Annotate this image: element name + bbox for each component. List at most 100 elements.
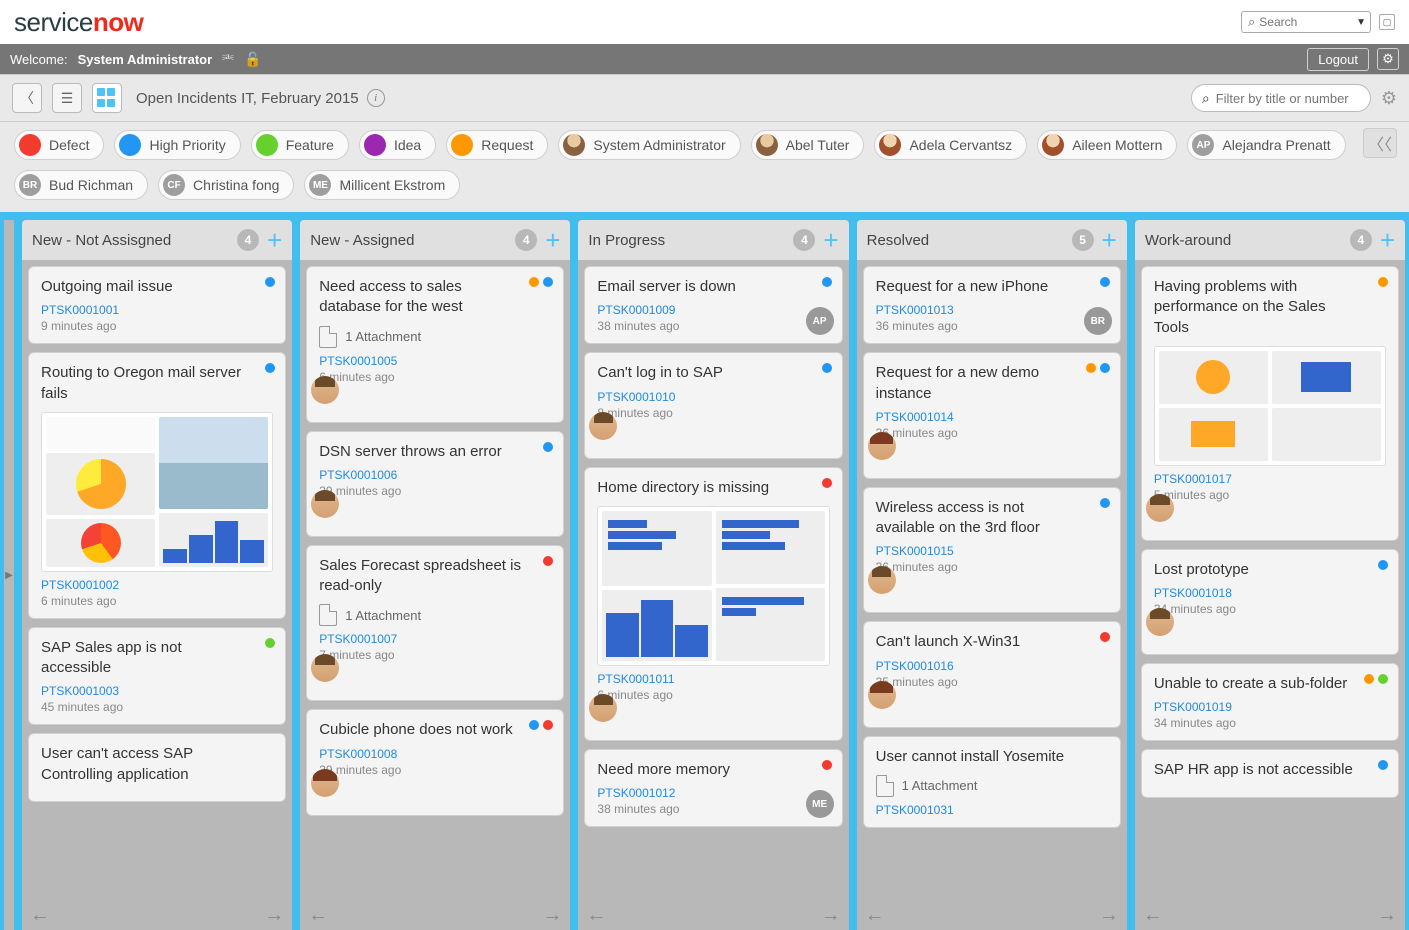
lane-add-button[interactable]: + <box>545 227 560 253</box>
card-title: SAP Sales app is not accessible <box>41 638 273 679</box>
collapse-chips-button[interactable]: 〈〈 <box>1363 128 1397 158</box>
filter-chip-person[interactable]: CFChristina fong <box>158 170 294 200</box>
board-card[interactable]: Home directory is missingPTSK00010116 mi… <box>584 467 842 741</box>
lock-icon[interactable]: 🔓 <box>244 51 261 68</box>
board-edge-left[interactable]: ▶ <box>4 220 14 930</box>
card-tag-dots <box>1378 277 1388 287</box>
card-id[interactable]: PTSK0001008 <box>319 747 551 761</box>
card-id[interactable]: PTSK0001009 <box>597 303 829 317</box>
back-button[interactable]: 〈 <box>12 83 42 113</box>
lane-add-button[interactable]: + <box>823 227 838 253</box>
lane-prev-icon[interactable]: ← <box>586 904 606 927</box>
card-id[interactable]: PTSK0001011 <box>597 672 829 686</box>
board-card[interactable]: Can't log in to SAPPTSK00010108 minutes … <box>584 352 842 458</box>
filter-chip-person[interactable]: Adela Cervantsz <box>874 130 1027 160</box>
card-timestamp: 39 minutes ago <box>319 763 551 777</box>
board-card[interactable]: SAP Sales app is not accessible PTSK00010… <box>28 627 286 726</box>
board-card[interactable]: User can't access SAP Controlling applic… <box>28 733 286 802</box>
board-card[interactable]: Outgoing mail issuePTSK00010019 minutes … <box>28 266 286 344</box>
board-card[interactable]: Routing to Oregon mail server failsPTSK0… <box>28 352 286 619</box>
board-card[interactable]: Sales Forecast spreadsheet is read-only1… <box>306 545 564 702</box>
card-id[interactable]: PTSK0001014 <box>876 410 1108 424</box>
board-view-button[interactable] <box>92 83 122 113</box>
lane-prev-icon[interactable]: ← <box>30 904 50 927</box>
board-card[interactable]: DSN server throws an errorPTSK000100639 … <box>306 431 564 537</box>
lane-next-icon[interactable]: → <box>821 904 841 927</box>
card-title: Can't launch X-Win31 <box>876 632 1108 652</box>
lane-footer: ←→ <box>300 900 570 930</box>
card-timestamp: 6 minutes ago <box>41 594 273 608</box>
lane-next-icon[interactable]: → <box>1377 904 1397 927</box>
card-tag-dots <box>822 363 832 373</box>
search-icon: ⌕ <box>1202 90 1210 107</box>
card-id[interactable]: PTSK0001012 <box>597 786 829 800</box>
user-icon[interactable]: ⎃ <box>222 51 234 68</box>
board-card[interactable]: Need access to sales database for the we… <box>306 266 564 423</box>
filter-chip-person[interactable]: System Administrator <box>558 130 740 160</box>
lane-body: Need access to sales database for the we… <box>300 260 570 900</box>
card-id[interactable]: PTSK0001001 <box>41 303 273 317</box>
card-id[interactable]: PTSK0001016 <box>876 659 1108 673</box>
card-id[interactable]: PTSK0001007 <box>319 632 551 646</box>
card-id[interactable]: PTSK0001006 <box>319 468 551 482</box>
card-id[interactable]: PTSK0001017 <box>1154 472 1386 486</box>
filter-chip-tag[interactable]: Feature <box>251 130 349 160</box>
avatar: CF <box>163 174 185 196</box>
board-card[interactable]: Wireless access is not available on the … <box>863 487 1121 614</box>
board-card[interactable]: User cannot install Yosemite1 Attachment… <box>863 736 1121 828</box>
lane-add-button[interactable]: + <box>267 227 282 253</box>
card-id[interactable]: PTSK0001013 <box>876 303 1108 317</box>
card-id[interactable]: PTSK0001003 <box>41 684 273 698</box>
filter-chip-tag[interactable]: Defect <box>14 130 104 160</box>
board-card[interactable]: Need more memoryPTSK000101238 minutes ag… <box>584 749 842 827</box>
filter-chip-tag[interactable]: Idea <box>359 130 436 160</box>
lane-next-icon[interactable]: → <box>264 904 284 927</box>
board-settings-icon[interactable]: ⚙ <box>1381 88 1397 109</box>
settings-gear-icon[interactable]: ⚙ <box>1377 48 1399 70</box>
card-title: Outgoing mail issue <box>41 277 273 297</box>
board-card[interactable]: SAP HR app is not accessible <box>1141 749 1399 797</box>
board-card[interactable]: Email server is downPTSK000100938 minute… <box>584 266 842 344</box>
lane-footer: ←→ <box>578 900 848 930</box>
lane-add-button[interactable]: + <box>1102 227 1117 253</box>
card-title: Cubicle phone does not work <box>319 720 551 740</box>
global-search-input[interactable] <box>1259 15 1339 29</box>
filter-chip-person[interactable]: MEMillicent Ekstrom <box>304 170 460 200</box>
filter-chip-person[interactable]: APAlejandra Prenatt <box>1187 130 1345 160</box>
board-card[interactable]: Cubicle phone does not work PTSK0001008 39… <box>306 709 564 815</box>
board-card[interactable]: Request for a new demo instancePTSK00010… <box>863 352 1121 479</box>
filter-chip-tag[interactable]: Request <box>446 130 548 160</box>
filter-input-wrap[interactable]: ⌕ <box>1191 84 1371 112</box>
board-card[interactable]: Unable to create a sub-folderPTSK0001019… <box>1141 663 1399 741</box>
board-card[interactable]: Having problems with performance on the … <box>1141 266 1399 541</box>
lane-prev-icon[interactable]: ← <box>1143 904 1163 927</box>
lane-add-button[interactable]: + <box>1380 227 1395 253</box>
list-view-button[interactable]: ☰ <box>52 83 82 113</box>
logout-button[interactable]: Logout <box>1307 48 1369 71</box>
board-card[interactable]: Can't launch X-Win31PTSK000101635 minute… <box>863 621 1121 727</box>
info-icon[interactable]: i <box>367 89 385 107</box>
lane-prev-icon[interactable]: ← <box>308 904 328 927</box>
filter-input[interactable] <box>1216 91 1356 106</box>
card-id[interactable]: PTSK0001031 <box>876 803 1108 817</box>
global-search[interactable]: ⌕ ▼ <box>1241 11 1371 33</box>
board-card[interactable]: Request for a new iPhonePTSK000101336 mi… <box>863 266 1121 344</box>
chevron-down-icon[interactable]: ▼ <box>1356 17 1366 28</box>
lane-next-icon[interactable]: → <box>1099 904 1119 927</box>
card-id[interactable]: PTSK0001015 <box>876 544 1108 558</box>
expand-icon[interactable]: ▢ <box>1379 14 1395 30</box>
card-tag-dots <box>1100 498 1110 508</box>
filter-chip-person[interactable]: Aileen Mottern <box>1037 130 1177 160</box>
card-id[interactable]: PTSK0001002 <box>41 578 273 592</box>
lane-prev-icon[interactable]: ← <box>865 904 885 927</box>
filter-chip-person[interactable]: Abel Tuter <box>751 130 865 160</box>
filter-chip-tag[interactable]: High Priority <box>114 130 240 160</box>
board-card[interactable]: Lost prototypePTSK000101834 minutes ago <box>1141 549 1399 655</box>
card-id[interactable]: PTSK0001005 <box>319 354 551 368</box>
card-id[interactable]: PTSK0001019 <box>1154 700 1386 714</box>
card-id[interactable]: PTSK0001018 <box>1154 586 1386 600</box>
card-id[interactable]: PTSK0001010 <box>597 390 829 404</box>
filter-chip-person[interactable]: BRBud Richman <box>14 170 148 200</box>
tag-dot-icon <box>451 134 473 156</box>
lane-next-icon[interactable]: → <box>542 904 562 927</box>
